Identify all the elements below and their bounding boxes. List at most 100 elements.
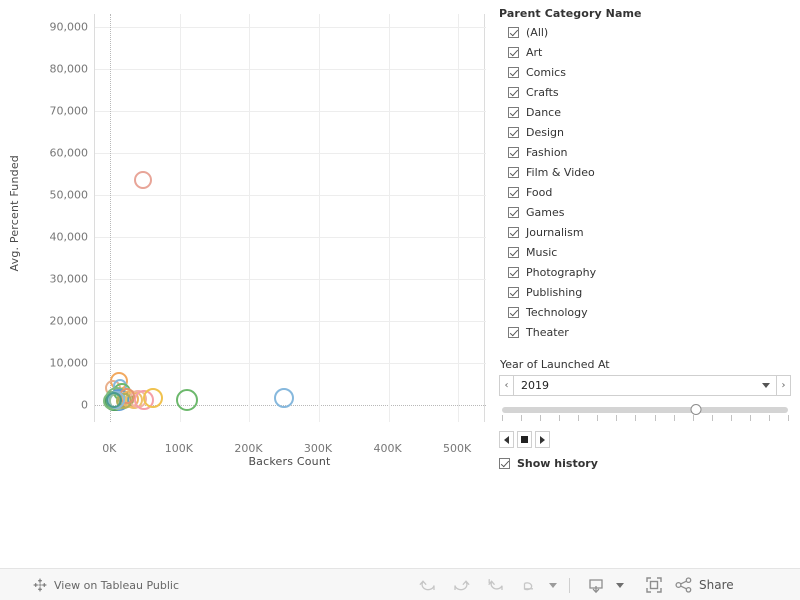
gridline-vertical [179,14,181,422]
year-selector-row[interactable]: ‹ 2019 › [499,375,791,396]
checkbox-checked-icon[interactable] [508,106,519,118]
category-filter-item[interactable]: Technology [499,302,789,322]
category-filter-item[interactable]: Design [499,122,789,142]
category-filter-item[interactable]: Publishing [499,282,789,302]
category-filter-item[interactable]: Photography [499,262,789,282]
category-filter-item[interactable]: Music [499,242,789,262]
gridline-horizontal [95,194,486,196]
category-filter-item[interactable]: Journalism [499,222,789,242]
data-point-mark[interactable] [273,388,294,409]
category-filter-item[interactable]: Art [499,42,789,62]
refresh-button[interactable] [512,569,546,600]
checkbox-checked-icon[interactable] [508,46,519,58]
slider-tick [616,415,618,421]
playback-controls[interactable] [499,431,550,448]
year-dropdown[interactable]: 2019 [514,375,776,396]
data-point-mark[interactable] [105,391,122,408]
x-axis-tick-label: 500K [443,442,472,455]
y-axis-tick-label: 0 [81,398,88,412]
revert-button[interactable] [478,569,512,600]
gridline-horizontal [95,152,486,154]
slider-tick [635,415,637,421]
gridline-vertical [249,14,251,422]
checkbox-checked-icon[interactable] [508,146,519,158]
category-filter-item[interactable]: Comics [499,62,789,82]
category-filter-item-label: Fashion [526,145,568,159]
stop-button[interactable] [517,431,532,448]
year-value: 2019 [521,379,549,392]
checkbox-checked-icon[interactable] [508,286,519,298]
checkbox-checked-icon[interactable] [508,226,519,238]
category-filter-item[interactable]: Film & Video [499,162,789,182]
x-axis-tick-label: 0K [102,442,117,455]
category-filter: Parent Category Name (All) Art Comics Craft… [499,7,789,342]
checkbox-checked-icon[interactable] [508,326,519,338]
year-slider-thumb[interactable] [690,404,702,415]
view-on-tableau-public-link[interactable]: View on Tableau Public [33,578,179,592]
step-backward-button[interactable] [499,431,514,448]
category-filter-item[interactable]: Dance [499,102,789,122]
year-filter: Year of Launched At ‹ 2019 › [499,358,791,396]
x-axis-tick-label: 100K [164,442,193,455]
category-filter-item[interactable]: Fashion [499,142,789,162]
year-slider[interactable] [502,404,789,422]
triangle-right-icon [540,435,545,444]
fullscreen-button[interactable] [637,569,671,600]
y-axis-tick-label: 50,000 [49,188,89,202]
year-next-button[interactable]: › [776,375,791,396]
category-filter-item[interactable]: (All) [499,22,789,42]
undo-button[interactable] [410,569,444,600]
download-button[interactable] [579,569,613,600]
category-filter-item[interactable]: Food [499,182,789,202]
slider-tick [768,415,770,421]
category-filter-item-label: (All) [526,25,549,39]
checkbox-checked-icon[interactable] [508,266,519,278]
year-prev-button[interactable]: ‹ [499,375,514,396]
visualization-area: Avg. Percent Funded 0 10,000 20,000 30,000 4… [0,0,800,560]
download-dropdown-caret[interactable] [613,569,627,600]
checkbox-checked-icon[interactable] [508,246,519,258]
category-filter-item-label: Design [526,125,564,139]
chevron-down-icon[interactable] [762,383,770,388]
data-point-mark[interactable] [134,171,152,190]
checkbox-checked-icon[interactable] [508,306,519,318]
checkbox-checked-icon[interactable] [508,26,519,38]
checkbox-checked-icon[interactable] [508,66,519,78]
share-button[interactable]: Share [675,577,734,593]
year-slider-track[interactable] [502,404,788,415]
slider-tick [521,415,523,421]
category-filter-items[interactable]: (All) Art Comics Crafts Dance Design Fashion Fi… [499,22,789,342]
chevron-down-icon [616,582,624,588]
refresh-dropdown-caret[interactable] [546,569,560,600]
show-history-row[interactable]: Show history [499,457,598,470]
checkbox-checked-icon[interactable] [508,86,519,98]
show-history-checkbox[interactable] [499,458,510,469]
category-filter-title: Parent Category Name [499,7,642,20]
toolbar-divider [569,577,570,593]
y-axis-title: Avg. Percent Funded [8,155,21,272]
data-point-mark[interactable] [143,387,164,408]
slider-tick [711,415,713,421]
x-axis-tick-label: 400K [373,442,402,455]
gridline-horizontal [95,236,486,238]
category-filter-item[interactable]: Theater [499,322,789,342]
category-filter-item[interactable]: Games [499,202,789,222]
toolbar-actions: Share [410,569,734,600]
redo-button[interactable] [444,569,478,600]
data-point-mark[interactable] [175,389,198,412]
category-filter-item-label: Publishing [526,285,583,299]
share-icon [675,577,692,593]
plot-area[interactable] [94,14,486,422]
download-icon [589,578,603,593]
filters-panel: Parent Category Name (All) Art Comics Craft… [496,0,800,560]
checkbox-checked-icon[interactable] [508,166,519,178]
slider-tick [692,415,694,421]
category-filter-item[interactable]: Crafts [499,82,789,102]
step-forward-button[interactable] [535,431,550,448]
x-zero-reference-line [110,14,112,422]
view-on-tableau-public-label: View on Tableau Public [54,578,180,592]
gridline-horizontal [95,68,486,70]
checkbox-checked-icon[interactable] [508,206,519,218]
checkbox-checked-icon[interactable] [508,126,519,138]
checkbox-checked-icon[interactable] [508,186,519,198]
